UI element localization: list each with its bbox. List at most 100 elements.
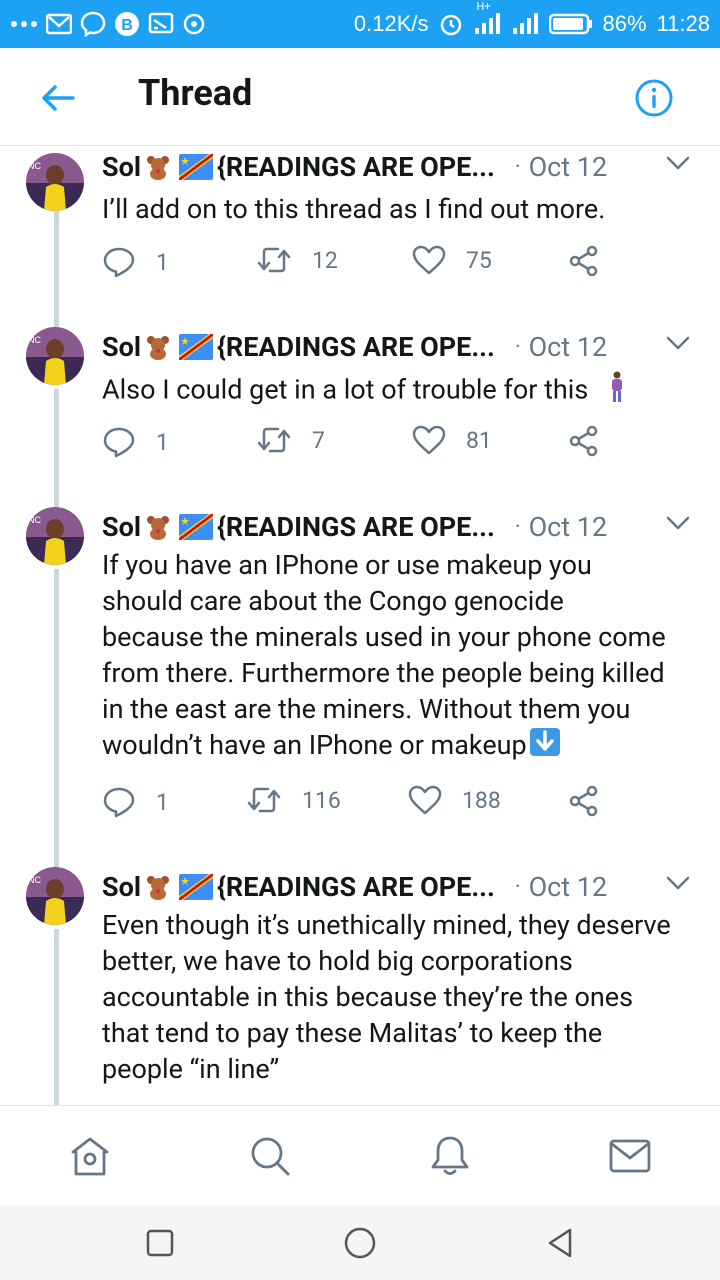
separator: · (514, 154, 521, 180)
share-button[interactable] (568, 785, 600, 817)
mail-icon (609, 1139, 651, 1173)
tweet-date[interactable]: Oct 12 (529, 511, 608, 543)
retweet-button[interactable]: 7 (256, 425, 325, 455)
home-button[interactable] (344, 1227, 376, 1259)
tweet-menu-button[interactable] (664, 873, 692, 893)
tweet-text-line: accountable in this because they’re the … (102, 981, 634, 1013)
svg-text:B: B (121, 17, 133, 34)
messenger-icon (80, 11, 106, 37)
reply-button[interactable]: 1 (102, 425, 169, 459)
congo-flag-icon (179, 874, 214, 900)
info-icon (635, 79, 673, 117)
heart-icon (412, 245, 446, 275)
retweet-count: 7 (312, 426, 325, 454)
thread-connector (54, 569, 59, 867)
tweet-actions: 1 7 81 (102, 425, 622, 465)
tab-notifications[interactable] (428, 1134, 472, 1178)
network-speed: 0.12K/s (353, 11, 429, 36)
user-name-suffix[interactable]: {READINGS ARE OPE... (217, 331, 495, 363)
tweet[interactable]: NC Sol {READINGS ARE OPE... · Oct 12 Als… (0, 327, 720, 507)
reply-button[interactable]: 1 (102, 245, 169, 279)
user-name[interactable]: Sol (102, 871, 141, 903)
avatar[interactable]: NC (26, 867, 84, 925)
avatar[interactable]: NC (26, 153, 84, 211)
chevron-down-icon (666, 516, 690, 530)
tweet-header: Sol {READINGS ARE OPE... · Oct 12 (102, 507, 607, 547)
square-icon (146, 1229, 174, 1257)
user-name[interactable]: Sol (102, 511, 141, 543)
reply-icon (103, 787, 135, 818)
tweet-menu-button[interactable] (664, 333, 692, 353)
thread-list[interactable]: NC Sol {READINGS ARE OPE... · Oct 12 I’l… (0, 147, 720, 1105)
congo-flag-icon (179, 334, 214, 360)
search-icon (251, 1137, 290, 1176)
back-nav-button[interactable] (544, 1227, 576, 1259)
tweet[interactable]: NC Sol {READINGS ARE OPE... · Oct 12 If … (0, 507, 720, 867)
like-button[interactable]: 188 (408, 785, 501, 815)
back-button[interactable] (38, 78, 78, 118)
info-button[interactable] (634, 78, 674, 118)
tweet-text-line: If you have an IPhone or use makeup you (102, 549, 592, 581)
tab-search[interactable] (248, 1134, 292, 1178)
tweet-text-content: Also I could get in a lot of trouble for… (102, 373, 589, 406)
sync-icon (182, 12, 206, 36)
share-button[interactable] (568, 425, 600, 457)
status-bar-notifications: B (10, 11, 206, 37)
tweet-text-line: Even though it’s unethically mined, they… (102, 909, 671, 941)
like-button[interactable]: 81 (412, 425, 492, 455)
retweet-icon (257, 427, 291, 453)
user-name-suffix[interactable]: {READINGS ARE OPE... (217, 511, 495, 543)
reply-button[interactable]: 1 (102, 785, 169, 819)
like-count: 75 (466, 246, 492, 274)
user-name-suffix[interactable]: {READINGS ARE OPE... (217, 871, 495, 903)
chevron-down-icon (666, 336, 690, 350)
signal-icon (511, 12, 539, 36)
tweet-date[interactable]: Oct 12 (529, 331, 608, 363)
tweet-text: If you have an IPhone or use makeup you … (102, 547, 698, 766)
person-standing-emoji-icon (609, 371, 625, 412)
tweet-date[interactable]: Oct 12 (529, 871, 608, 903)
like-button[interactable]: 75 (412, 245, 492, 275)
tweet-text-line: in the east are the miners. Without them… (102, 693, 631, 725)
tab-messages[interactable] (608, 1134, 652, 1178)
like-count: 81 (466, 426, 492, 454)
tweet-text-line: better, we have to hold big corporations (102, 945, 573, 977)
user-name-suffix[interactable]: {READINGS ARE OPE... (217, 151, 495, 183)
tweet[interactable]: NC Sol {READINGS ARE OPE... · Oct 12 Eve… (0, 867, 720, 1105)
thread-connector (54, 209, 59, 327)
svg-text:NC: NC (28, 161, 41, 171)
user-name[interactable]: Sol (102, 331, 141, 363)
reply-count: 1 (156, 248, 169, 276)
svg-text:NC: NC (28, 875, 41, 885)
signal-h-plus-icon: H+ (473, 0, 501, 36)
tweet-header: Sol {READINGS ARE OPE... · Oct 12 (102, 867, 607, 907)
tweet[interactable]: NC Sol {READINGS ARE OPE... · Oct 12 I’l… (0, 147, 720, 327)
tweet-text-line: from there. Furthermore the people being… (102, 657, 665, 689)
tweet-menu-button[interactable] (664, 153, 692, 173)
share-button[interactable] (568, 245, 600, 277)
avatar[interactable]: NC (26, 507, 84, 565)
battery-icon (548, 12, 593, 36)
tweet-date[interactable]: Oct 12 (529, 151, 608, 183)
status-bar: B 0.12K/s H+ 86% 11:28 (0, 0, 720, 48)
svg-text:NC: NC (28, 335, 41, 345)
share-icon (569, 245, 598, 277)
congo-flag-icon (179, 514, 214, 540)
chevron-down-icon (666, 876, 690, 890)
tweet-menu-button[interactable] (664, 513, 692, 533)
app-header: Thread (0, 48, 720, 146)
recents-button[interactable] (144, 1227, 176, 1259)
reply-icon (103, 427, 135, 458)
triangle-back-icon (548, 1228, 572, 1258)
avatar[interactable]: NC (26, 327, 84, 385)
retweet-button[interactable]: 116 (246, 785, 341, 815)
clock: 11:28 (656, 11, 710, 36)
teddy-bear-icon (145, 334, 171, 360)
tweet-text: I’ll add on to this thread as I find out… (102, 193, 606, 225)
user-name[interactable]: Sol (102, 151, 141, 183)
tweet-text-line-last: wouldn’t have an IPhone or makeup (102, 727, 698, 766)
retweet-button[interactable]: 12 (256, 245, 338, 275)
tab-home[interactable] (68, 1134, 112, 1178)
like-count: 188 (462, 786, 501, 814)
reply-icon (103, 247, 135, 278)
